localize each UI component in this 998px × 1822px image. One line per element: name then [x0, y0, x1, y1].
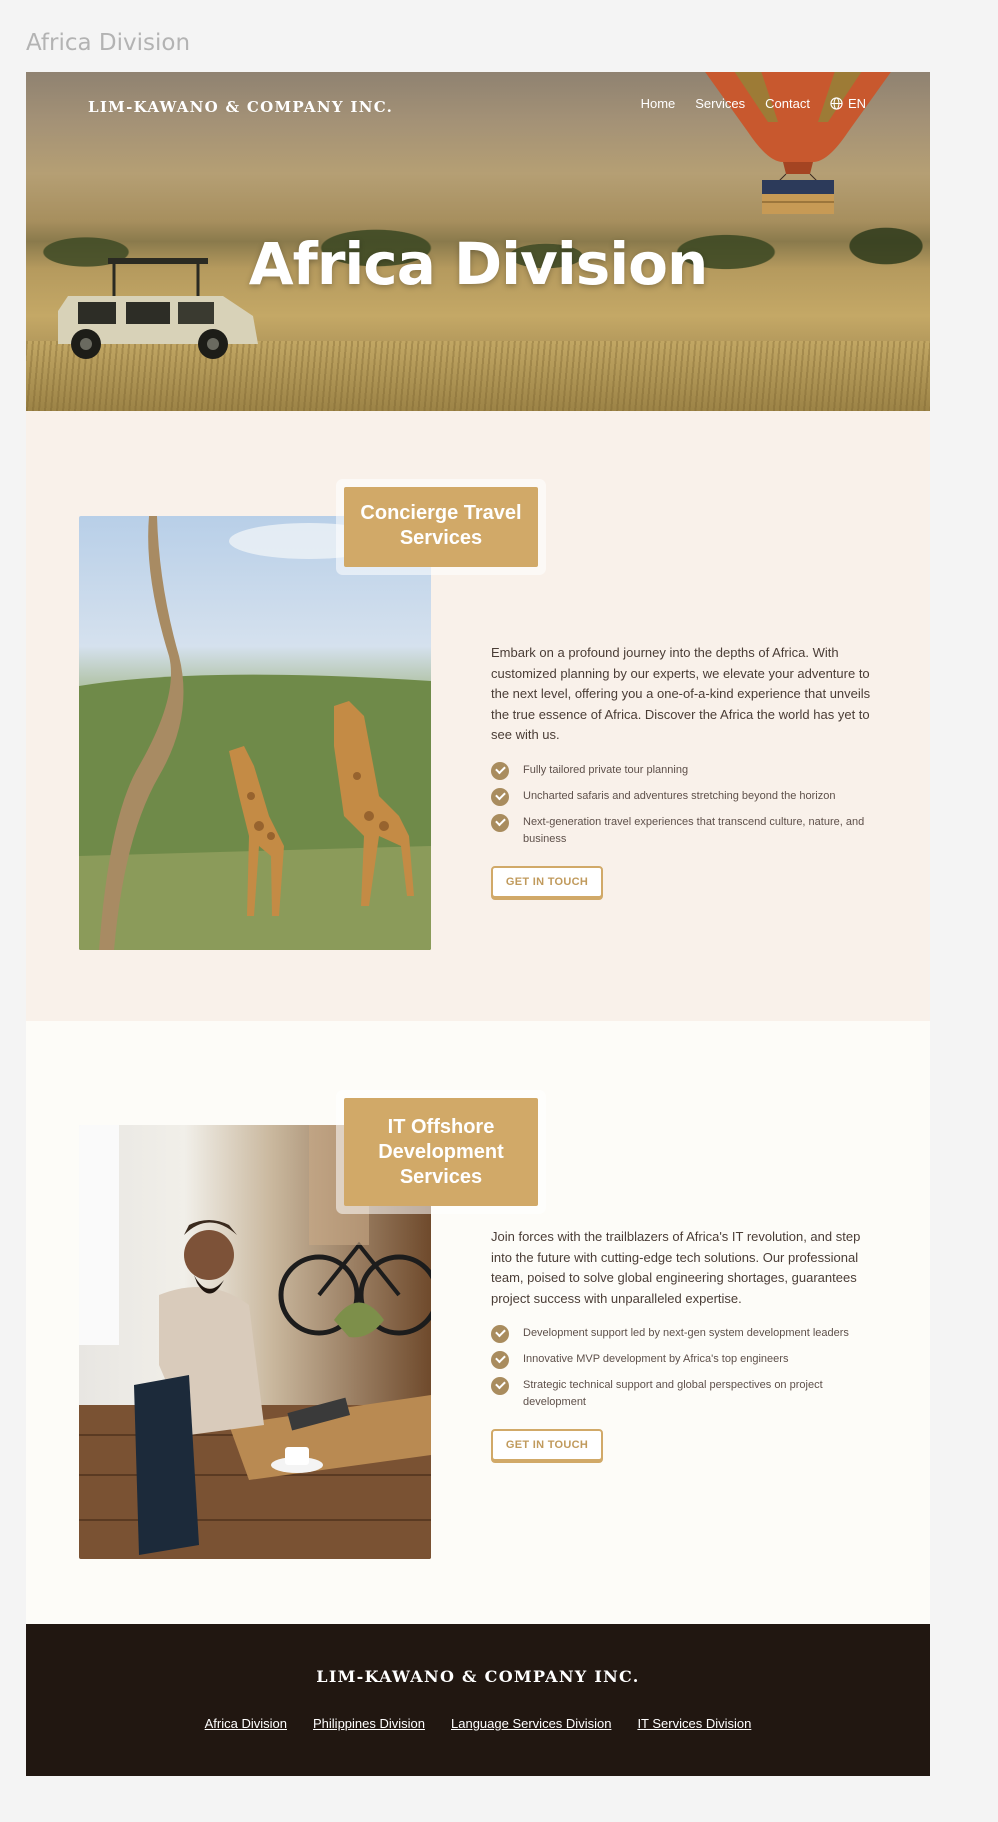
feature-item: Strategic technical support and global p… [491, 1377, 871, 1411]
header-logo[interactable]: LIM-KAWANO & COMPANY INC. [88, 98, 393, 116]
footer-link-africa[interactable]: Africa Division [205, 1716, 287, 1731]
feature-item: Fully tailored private tour planning [491, 761, 871, 780]
check-icon [491, 1325, 509, 1344]
nav-home[interactable]: Home [641, 96, 676, 111]
feature-list: Development support led by next-gen syst… [491, 1325, 871, 1411]
section-tag: Concierge Travel Services [344, 487, 538, 567]
feature-text: Fully tailored private tour planning [523, 763, 689, 776]
check-icon [491, 761, 509, 780]
language-label: EN [847, 96, 866, 111]
it-offshore-section: IT Offshore Development Services Join fo… [26, 1021, 930, 1624]
concierge-travel-section: Concierge Travel Services Embark on a pr… [26, 411, 930, 1093]
page-label: Africa Division [26, 30, 191, 56]
footer: LIM-KAWANO & COMPANY INC. Africa Divisio… [26, 1624, 930, 1776]
feature-text: Strategic technical support and global p… [523, 1379, 823, 1409]
feature-text: Development support led by next-gen syst… [523, 1327, 849, 1340]
check-icon [491, 1351, 509, 1370]
giraffes-illustration [79, 516, 431, 950]
nav-services[interactable]: Services [695, 96, 745, 111]
section-description: Join forces with the trailblazers of Afr… [491, 1229, 861, 1306]
feature-text: Next-generation travel experiences that … [523, 815, 865, 845]
check-icon [491, 787, 509, 806]
hero-title: Africa Division [248, 230, 709, 298]
feature-item: Uncharted safaris and adventures stretch… [491, 787, 871, 806]
footer-links: Africa Division Philippines Division Lan… [26, 1716, 930, 1731]
feature-item: Development support led by next-gen syst… [491, 1325, 871, 1344]
text-column: Join forces with the trailblazers of Afr… [491, 1227, 871, 1462]
nav-contact[interactable]: Contact [765, 96, 810, 111]
footer-link-it-services[interactable]: IT Services Division [637, 1716, 751, 1731]
footer-logo[interactable]: LIM-KAWANO & COMPANY INC. [26, 1667, 930, 1686]
text-column: Embark on a profound journey into the de… [491, 643, 871, 898]
footer-link-philippines[interactable]: Philippines Division [313, 1716, 425, 1731]
get-in-touch-button[interactable]: GET IN TOUCH [491, 865, 603, 898]
feature-text: Innovative MVP development by Africa's t… [523, 1353, 789, 1366]
feature-item: Next-generation travel experiences that … [491, 813, 871, 848]
globe-icon [830, 97, 843, 110]
section-description: Embark on a profound journey into the de… [491, 645, 871, 743]
main-nav: Home Services Contact EN [641, 96, 866, 111]
language-selector[interactable]: EN [830, 96, 866, 111]
feature-item: Innovative MVP development by Africa's t… [491, 1351, 871, 1370]
check-icon [491, 813, 509, 832]
get-in-touch-button[interactable]: GET IN TOUCH [491, 1429, 603, 1462]
footer-link-language-services[interactable]: Language Services Division [451, 1716, 611, 1731]
feature-text: Uncharted safaris and adventures stretch… [523, 789, 836, 802]
section-tag: IT Offshore Development Services [344, 1098, 538, 1206]
feature-list: Fully tailored private tour planning Unc… [491, 761, 871, 848]
check-icon [491, 1377, 509, 1396]
hot-air-balloon-image [705, 72, 891, 214]
giraffes-photo [79, 516, 431, 950]
page-frame: LIM-KAWANO & COMPANY INC. Home Services … [26, 72, 930, 1776]
hero-banner: LIM-KAWANO & COMPANY INC. Home Services … [26, 72, 930, 411]
